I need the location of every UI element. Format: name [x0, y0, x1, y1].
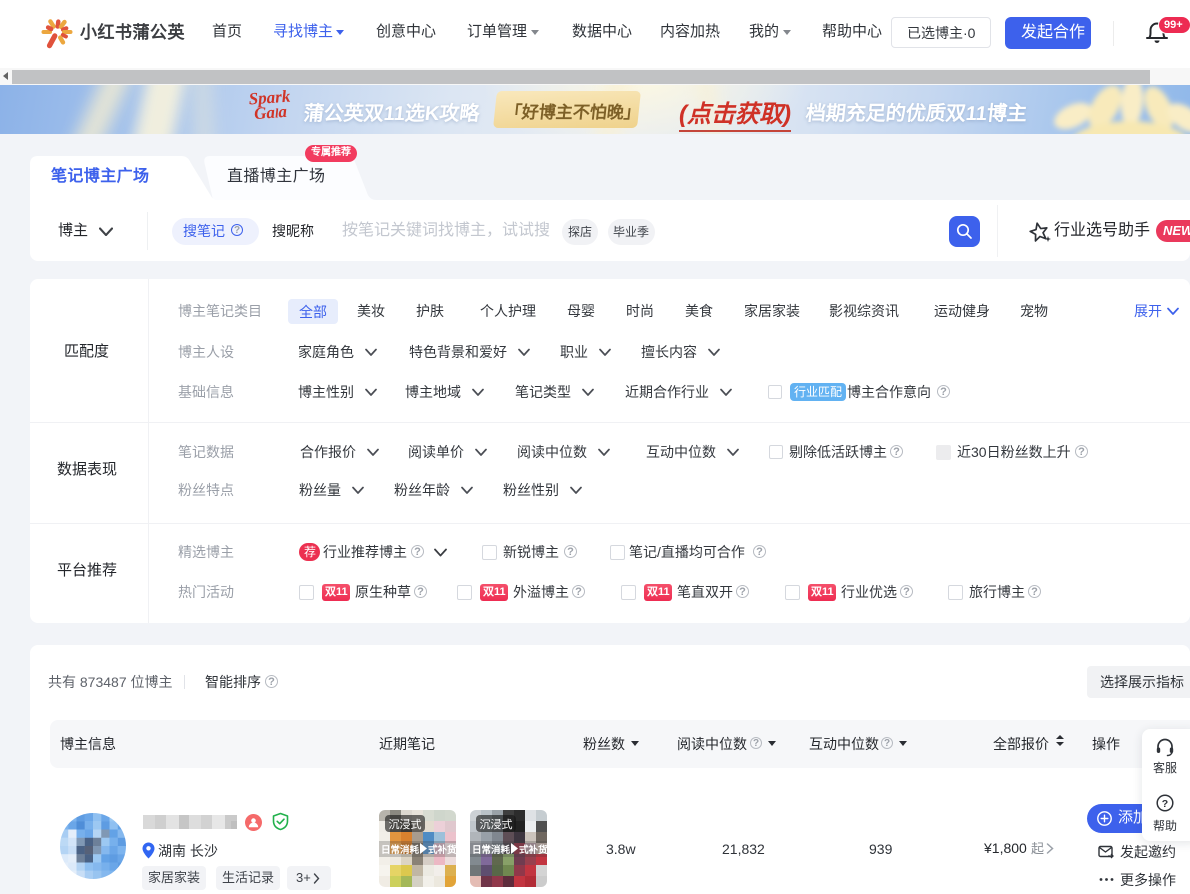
svg-text:沉浸式: 沉浸式 [480, 818, 513, 831]
svg-text:?: ? [1162, 798, 1168, 810]
svg-text:式补货: 式补货 [428, 844, 456, 856]
svg-text:式补货: 式补货 [519, 844, 547, 856]
svg-text:日常消耗: 日常消耗 [381, 844, 420, 856]
svg-text:日常消耗: 日常消耗 [472, 844, 511, 856]
svg-text:沉浸式: 沉浸式 [389, 818, 422, 831]
